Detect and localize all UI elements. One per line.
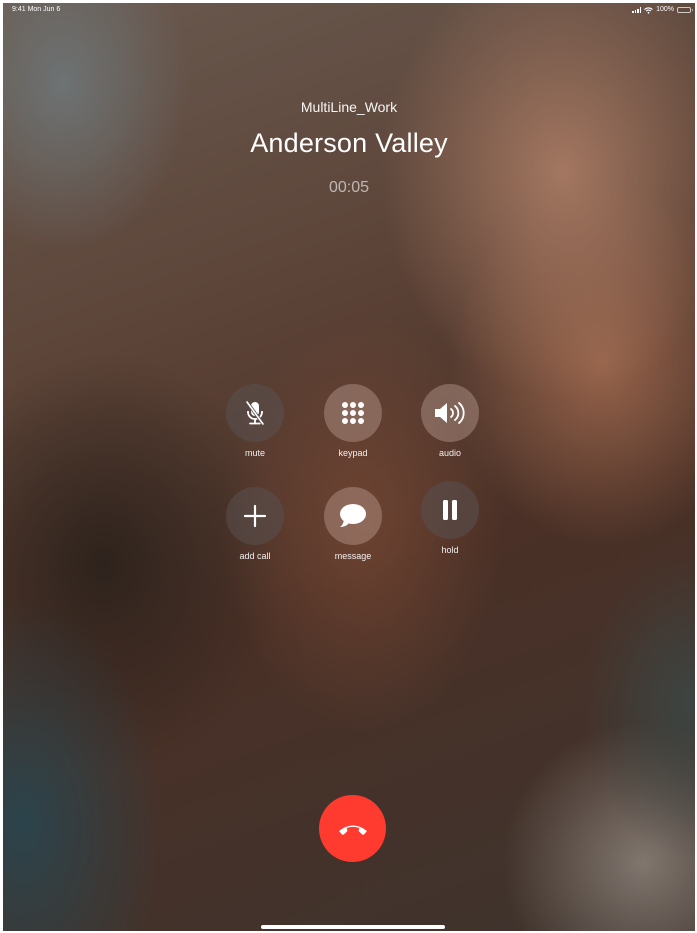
mute-circle[interactable]	[226, 384, 284, 442]
message-button[interactable]: message	[313, 487, 393, 561]
keypad-label: keypad	[338, 448, 368, 458]
message-circle[interactable]	[324, 487, 382, 545]
add-call-circle[interactable]	[226, 487, 284, 545]
cellular-signal-icon	[632, 7, 642, 13]
keypad-button[interactable]: keypad	[313, 384, 393, 458]
home-indicator[interactable]	[261, 925, 445, 929]
call-screen: 9:41 Mon Jun 6 100% MultiLine_Work Ander…	[3, 3, 695, 931]
message-label: message	[334, 551, 372, 561]
keypad-circle[interactable]	[324, 384, 382, 442]
hold-label: hold	[441, 545, 459, 555]
hold-circle[interactable]	[421, 481, 479, 539]
hold-button[interactable]: hold	[410, 481, 490, 555]
battery-icon	[677, 7, 693, 13]
mic-slash-icon	[245, 401, 265, 425]
mute-button[interactable]: mute	[215, 384, 295, 458]
pause-icon	[443, 500, 457, 520]
battery-percent: 100%	[656, 6, 674, 13]
caller-name: Anderson Valley	[250, 128, 448, 158]
audio-label: audio	[438, 448, 462, 458]
message-bubble-icon	[340, 504, 366, 527]
audio-circle[interactable]	[421, 384, 479, 442]
plus-icon	[243, 504, 267, 528]
speaker-icon	[435, 402, 465, 424]
status-time: 9:41 Mon Jun 6	[12, 6, 61, 13]
line-name: MultiLine_Work	[300, 99, 398, 115]
add-call-label: add call	[239, 551, 271, 561]
end-call-phone-icon	[338, 825, 367, 835]
end-call-button[interactable]	[319, 795, 386, 862]
keypad-grid-icon	[342, 402, 364, 424]
wifi-icon	[644, 6, 653, 14]
mute-label: mute	[244, 448, 265, 458]
call-timer: 00:05	[328, 179, 370, 196]
audio-button[interactable]: audio	[410, 384, 490, 458]
status-indicators: 100%	[632, 3, 693, 17]
add-call-button[interactable]: add call	[215, 487, 295, 561]
status-bar: 9:41 Mon Jun 6 100%	[3, 3, 695, 17]
